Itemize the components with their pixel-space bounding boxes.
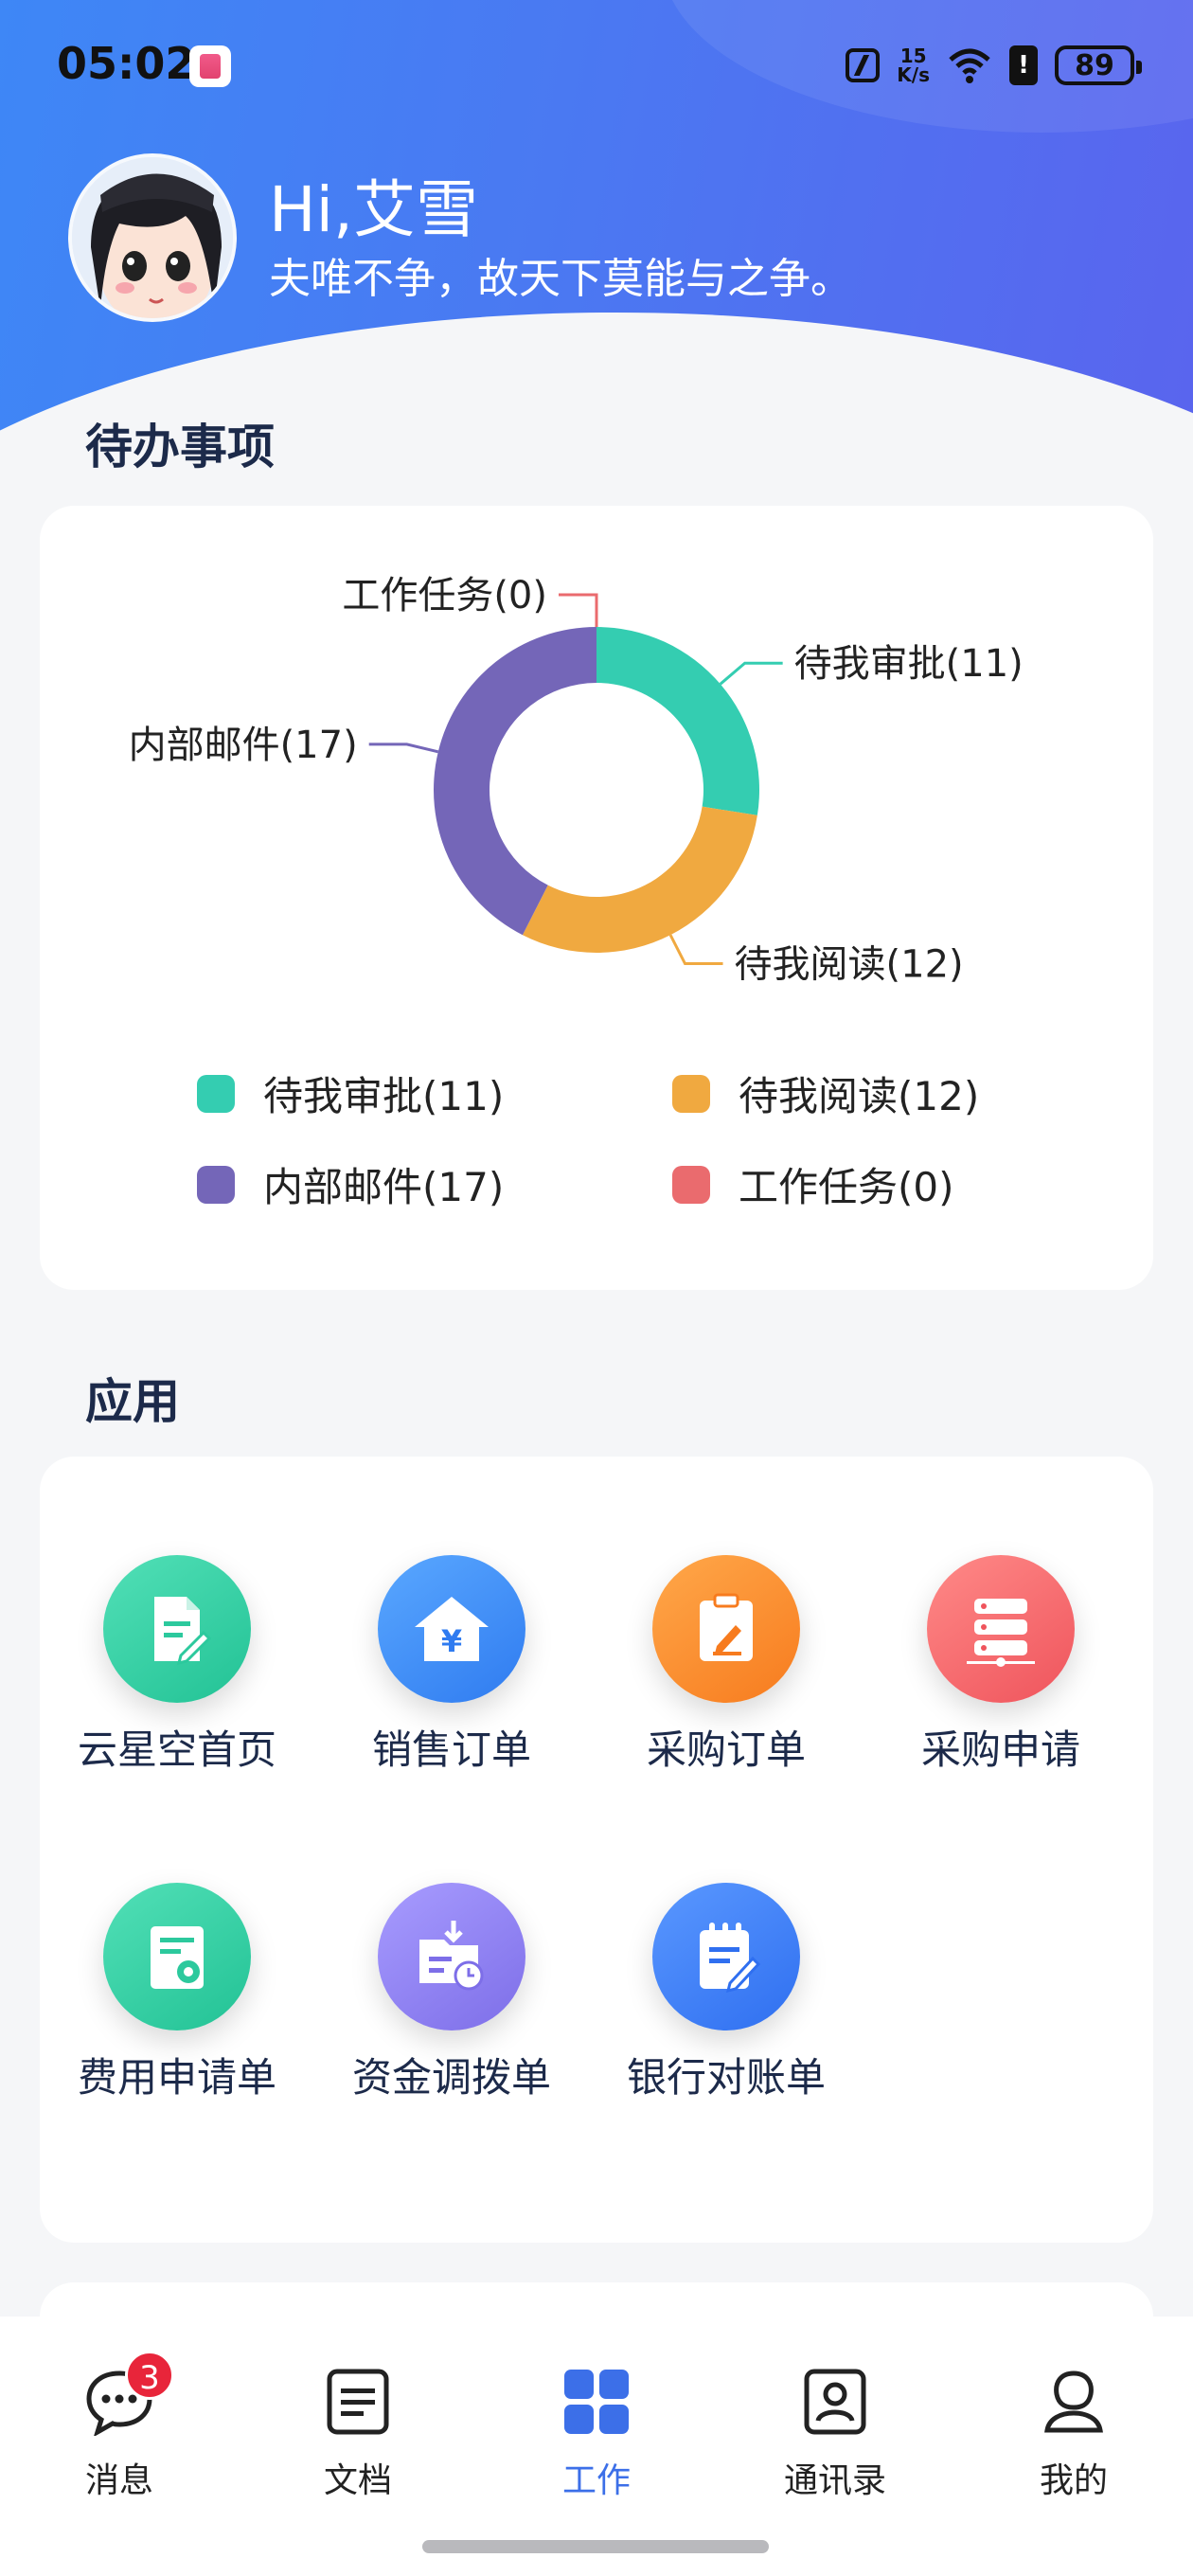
- network-speed-value: 15: [899, 45, 927, 67]
- tab-label: 消息: [84, 2461, 153, 2500]
- legend-label: 待我审批(11): [263, 1073, 505, 1119]
- app-label: 银行对账单: [627, 2054, 827, 2101]
- leader-line: [668, 934, 723, 966]
- legend-swatch: [672, 1074, 710, 1113]
- tab-label: 工作: [561, 2461, 631, 2500]
- tab-label: 我的: [1039, 2461, 1108, 2500]
- status-bar: 05:02 15 K/s ! 89: [0, 0, 1193, 133]
- motto-text: 夫唯不争，故天下莫能与之争。: [269, 255, 852, 303]
- app-label: 销售订单: [371, 1726, 531, 1773]
- battery-level: 89: [1075, 48, 1114, 82]
- alert-icon: !: [1009, 45, 1038, 85]
- home-indicator[interactable]: [422, 2540, 769, 2553]
- network-speed-unit: K/s: [897, 63, 930, 86]
- legend-swatch: [197, 1074, 235, 1113]
- status-icons: 15 K/s ! 89: [846, 42, 1142, 89]
- app-label: 费用申请单: [78, 2054, 277, 2101]
- avatar[interactable]: [68, 153, 237, 322]
- app-fund-transfer[interactable]: 资金调拨单: [314, 1883, 589, 2104]
- label-tasks: 工作任务(0): [342, 574, 547, 617]
- wifi-icon: [947, 46, 992, 84]
- app-label: 云星空首页: [78, 1726, 277, 1773]
- avatar-image: [72, 157, 233, 318]
- bottom-tab-bar: 3 消息 文档 工作 通讯录 我的: [0, 2317, 1193, 2576]
- house-yen-icon: ¥: [378, 1555, 525, 1703]
- leader-line: [719, 661, 783, 686]
- apps-card: 云星空首页 ¥ 销售订单 采购订单 采购申请 费用申请单 资金调拨单 银行对账单: [40, 1457, 1153, 2243]
- legend-item-approval[interactable]: 待我审批(11): [197, 1064, 504, 1122]
- app-label: 采购申请: [920, 1726, 1080, 1773]
- chat-icon: 3: [81, 2351, 174, 2440]
- slice-mail[interactable]: [434, 627, 596, 936]
- app-notification-icon: [189, 45, 231, 87]
- document-icon: [320, 2364, 396, 2440]
- legend-item-reading[interactable]: 待我阅读(12): [672, 1064, 979, 1122]
- notepad-edit-icon: [652, 1883, 800, 2030]
- label-mail: 内部邮件(17): [129, 724, 358, 767]
- leader-line: [368, 742, 439, 754]
- tab-messages[interactable]: 3 消息: [25, 2351, 214, 2502]
- server-list-icon: [927, 1555, 1075, 1703]
- nfc-icon: [846, 48, 881, 82]
- battery-indicator: 89: [1055, 45, 1142, 85]
- tab-label: 通讯录: [783, 2461, 886, 2500]
- status-time: 05:02: [57, 38, 196, 89]
- todo-chart-card: 待我审批(11) 待我阅读(12) 内部邮件(17) 工作任务(0) 待我审批(11)…: [40, 506, 1153, 1290]
- tab-contacts[interactable]: 通讯录: [740, 2364, 930, 2502]
- grid-icon: [559, 2364, 634, 2440]
- unread-badge: 3: [125, 2351, 174, 2400]
- leader-line: [559, 593, 598, 627]
- app-label: 资金调拨单: [352, 2054, 552, 2101]
- tab-me[interactable]: 我的: [979, 2364, 1168, 2502]
- tab-documents[interactable]: 文档: [263, 2364, 453, 2502]
- label-approval: 待我审批(11): [794, 642, 1024, 686]
- legend-label: 待我阅读(12): [739, 1073, 980, 1119]
- app-expense-request[interactable]: 费用申请单: [40, 1883, 314, 2104]
- legend-label: 工作任务(0): [739, 1164, 954, 1210]
- app-purchase-request[interactable]: 采购申请: [864, 1555, 1138, 1777]
- chart-legend: 待我审批(11) 待我阅读(12) 内部邮件(17) 工作任务(0): [40, 1064, 1153, 1254]
- svg-text:¥: ¥: [441, 1623, 462, 1659]
- slice-reading[interactable]: [522, 806, 757, 953]
- contact-icon: [797, 2364, 873, 2440]
- legend-swatch: [672, 1165, 710, 1204]
- todo-donut-chart[interactable]: 待我审批(11) 待我阅读(12) 内部邮件(17) 工作任务(0): [40, 506, 1153, 1093]
- clipboard-edit-icon: [652, 1555, 800, 1703]
- tab-work[interactable]: 工作: [502, 2364, 691, 2502]
- folder-clock-icon: [378, 1883, 525, 2030]
- legend-item-tasks[interactable]: 工作任务(0): [672, 1155, 954, 1213]
- app-yunxingkong-home[interactable]: 云星空首页: [40, 1555, 314, 1777]
- label-reading: 待我阅读(12): [735, 943, 964, 987]
- slice-approval[interactable]: [596, 627, 759, 815]
- greeting-text: Hi,艾雪: [269, 173, 478, 246]
- app-label: 采购订单: [646, 1726, 806, 1773]
- document-edit-icon: [103, 1555, 251, 1703]
- apps-section-title: 应用: [85, 1374, 180, 1429]
- tab-label: 文档: [323, 2461, 392, 2500]
- app-purchase-order[interactable]: 采购订单: [589, 1555, 864, 1777]
- todo-section-title: 待办事项: [85, 420, 275, 474]
- legend-swatch: [197, 1165, 235, 1204]
- user-icon: [1036, 2364, 1112, 2440]
- legend-label: 内部邮件(17): [263, 1164, 505, 1210]
- document-view-icon: [103, 1883, 251, 2030]
- network-speed: 15 K/s: [897, 46, 930, 84]
- legend-item-mail[interactable]: 内部邮件(17): [197, 1155, 504, 1213]
- app-bank-statement[interactable]: 银行对账单: [589, 1883, 864, 2104]
- app-sales-order[interactable]: ¥ 销售订单: [314, 1555, 589, 1777]
